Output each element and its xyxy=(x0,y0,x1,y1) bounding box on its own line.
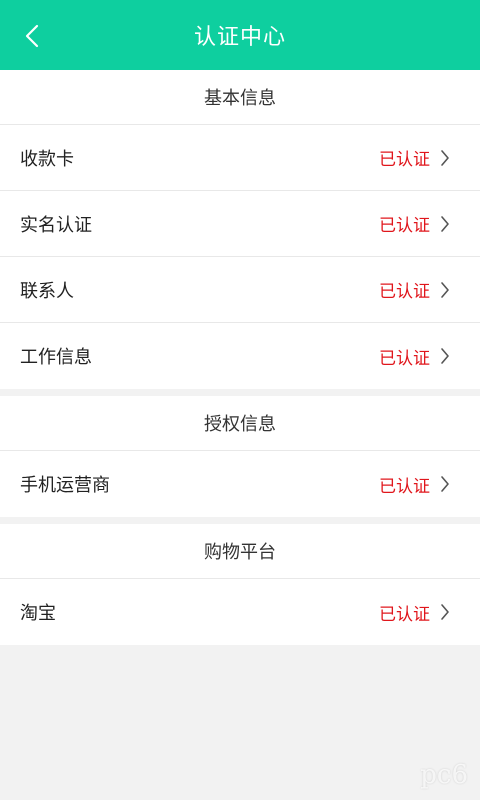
item-label: 工作信息 xyxy=(20,347,92,368)
list-item-payment-card[interactable]: 收款卡 已认证 xyxy=(0,125,480,191)
page-title: 认证中心 xyxy=(193,25,286,50)
item-label: 淘宝 xyxy=(20,603,56,624)
chevron-right-icon xyxy=(440,475,452,493)
section-title: 购物平台 xyxy=(0,524,480,579)
status-badge: 已认证 xyxy=(379,604,430,625)
chevron-right-icon xyxy=(440,347,452,365)
list-item-real-name[interactable]: 实名认证 已认证 xyxy=(0,191,480,257)
section-divider xyxy=(0,389,480,396)
chevron-left-icon xyxy=(25,24,39,48)
item-label: 实名认证 xyxy=(20,214,92,236)
chevron-right-icon xyxy=(440,603,452,621)
app-header: 认证中心 xyxy=(0,0,480,70)
status-badge: 已认证 xyxy=(379,282,430,302)
list-item-contacts[interactable]: 联系人 已认证 xyxy=(0,257,480,323)
status-badge: 已认证 xyxy=(379,150,430,170)
section-divider xyxy=(0,517,480,524)
item-label: 联系人 xyxy=(20,280,74,302)
section-basic-info: 基本信息 收款卡 已认证 实名认证 已认证 联系人 已认证 工作信息 已认证 xyxy=(0,70,480,389)
status-badge: 已认证 xyxy=(379,348,430,369)
list-item-taobao[interactable]: 淘宝 已认证 xyxy=(0,579,480,645)
watermark-logo: pc6 xyxy=(420,760,468,790)
chevron-right-icon xyxy=(440,215,452,233)
item-label: 收款卡 xyxy=(20,148,74,170)
section-title: 基本信息 xyxy=(0,70,480,125)
section-authorization-info: 授权信息 手机运营商 已认证 xyxy=(0,396,480,517)
section-title: 授权信息 xyxy=(0,396,480,451)
item-label: 手机运营商 xyxy=(20,475,110,496)
back-button[interactable] xyxy=(18,22,46,50)
section-shopping-platform: 购物平台 淘宝 已认证 xyxy=(0,524,480,645)
list-item-work-info[interactable]: 工作信息 已认证 xyxy=(0,323,480,389)
status-badge: 已认证 xyxy=(379,216,430,236)
list-item-mobile-carrier[interactable]: 手机运营商 已认证 xyxy=(0,451,480,517)
status-badge: 已认证 xyxy=(379,476,430,497)
chevron-right-icon xyxy=(440,149,452,167)
chevron-right-icon xyxy=(440,281,452,299)
